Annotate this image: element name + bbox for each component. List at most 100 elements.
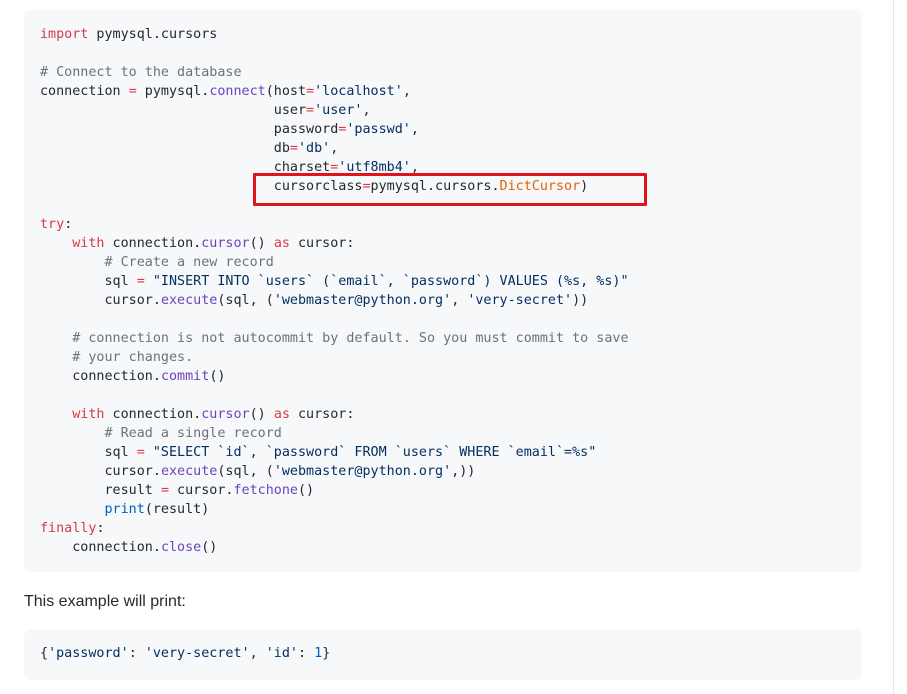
code-token: "SELECT `id`, `password` FROM `users` WH… xyxy=(152,445,597,460)
code-token: as xyxy=(273,407,290,422)
code-token: connection. xyxy=(104,236,202,251)
code-lines: import pymysql.cursors # Connect to the … xyxy=(40,25,629,557)
code-token: connection xyxy=(40,84,129,99)
code-token: pymysql.cursors xyxy=(88,27,218,42)
code-token: 'id' xyxy=(265,646,298,661)
code-token: "INSERT INTO `users` (`email`, `password… xyxy=(152,274,629,289)
code-token: (sql, ( xyxy=(217,293,274,308)
code-token: cursor. xyxy=(40,464,161,479)
code-token: = xyxy=(136,274,145,289)
code-token: , xyxy=(362,103,371,118)
example-output-caption: This example will print: xyxy=(24,593,186,610)
highlight-annotation-box xyxy=(253,173,647,206)
code-token: close xyxy=(160,540,202,555)
code-line: try: xyxy=(40,215,629,234)
code-token: 'db' xyxy=(297,141,331,156)
code-token: cursor: xyxy=(289,236,355,251)
code-token: } xyxy=(322,646,331,661)
code-token: with xyxy=(72,407,105,422)
code-line: # connection is not autocommit by defaul… xyxy=(40,329,629,348)
code-token: cursor. xyxy=(40,293,161,308)
code-token: , xyxy=(402,84,411,99)
code-token: )) xyxy=(572,293,589,308)
code-token: connect xyxy=(209,84,266,99)
code-token: , xyxy=(410,122,419,137)
code-token: () xyxy=(249,236,274,251)
code-token: 'password' xyxy=(48,646,129,661)
code-token: = xyxy=(306,84,315,99)
code-token: db xyxy=(40,141,290,156)
code-token: # Read a single record xyxy=(104,426,282,441)
scrollbar-track[interactable] xyxy=(893,0,894,694)
code-line: # your changes. xyxy=(40,348,629,367)
code-token: (result) xyxy=(144,502,210,517)
code-token: commit xyxy=(160,369,210,384)
code-line: cursor.execute(sql, ('webmaster@python.o… xyxy=(40,291,629,310)
code-token: : xyxy=(298,646,315,661)
code-token: = xyxy=(128,84,137,99)
code-block-output: {'password': 'very-secret', 'id': 1} xyxy=(24,629,862,680)
code-token: sql xyxy=(40,445,137,460)
code-token: { xyxy=(40,646,49,661)
code-token: = xyxy=(306,103,315,118)
code-token: execute xyxy=(160,464,218,479)
code-token: , xyxy=(451,293,468,308)
code-token: 'user' xyxy=(314,103,363,118)
code-token: finally xyxy=(40,521,97,536)
code-token: # Create a new record xyxy=(104,255,274,270)
code-line: # Create a new record xyxy=(40,253,629,272)
code-line: result = cursor.fetchone() xyxy=(40,481,629,500)
code-token: password xyxy=(40,122,339,137)
code-token: 1 xyxy=(314,646,323,661)
code-token: ,)) xyxy=(451,464,476,479)
code-line: # Read a single record xyxy=(40,424,629,443)
code-line: with connection.cursor() as cursor: xyxy=(40,234,629,253)
code-lines: {'password': 'very-secret', 'id': 1} xyxy=(40,644,330,663)
code-line: with connection.cursor() as cursor: xyxy=(40,405,629,424)
code-line: sql = "INSERT INTO `users` (`email`, `pa… xyxy=(40,272,629,291)
code-token: : xyxy=(64,217,73,232)
code-line: user='user', xyxy=(40,101,629,120)
code-token: = xyxy=(160,483,169,498)
code-token: cursor. xyxy=(169,483,234,498)
code-line: db='db', xyxy=(40,139,629,158)
code-line: finally: xyxy=(40,519,629,538)
code-token: cursor xyxy=(201,236,250,251)
code-token: 'localhost' xyxy=(314,84,403,99)
code-token: cursor: xyxy=(289,407,355,422)
code-token: user xyxy=(40,103,307,118)
code-token: , xyxy=(249,646,266,661)
code-token: fetchone xyxy=(233,483,299,498)
code-token: 'very-secret' xyxy=(467,293,573,308)
code-block-main: import pymysql.cursors # Connect to the … xyxy=(24,10,862,572)
code-line: # Connect to the database xyxy=(40,63,629,82)
code-line: connection.close() xyxy=(40,538,629,557)
code-token: () xyxy=(201,540,218,555)
code-token: try xyxy=(40,217,65,232)
code-token: with xyxy=(72,236,105,251)
code-line: connection.commit() xyxy=(40,367,629,386)
code-line: cursor.execute(sql, ('webmaster@python.o… xyxy=(40,462,629,481)
code-token: : xyxy=(96,521,105,536)
code-token: # connection is not autocommit by defaul… xyxy=(72,331,629,346)
code-token: sql xyxy=(40,274,137,289)
code-token: 'very-secret' xyxy=(144,646,250,661)
code-token: cursor xyxy=(201,407,250,422)
code-token: as xyxy=(273,236,290,251)
code-token: print xyxy=(104,502,145,517)
code-token: pymysql. xyxy=(136,84,210,99)
code-line: connection = pymysql.connect(host='local… xyxy=(40,82,629,101)
code-token: , xyxy=(330,141,339,156)
code-line: import pymysql.cursors xyxy=(40,25,629,44)
code-token: execute xyxy=(160,293,218,308)
code-token: 'passwd' xyxy=(346,122,411,137)
code-line: print(result) xyxy=(40,500,629,519)
